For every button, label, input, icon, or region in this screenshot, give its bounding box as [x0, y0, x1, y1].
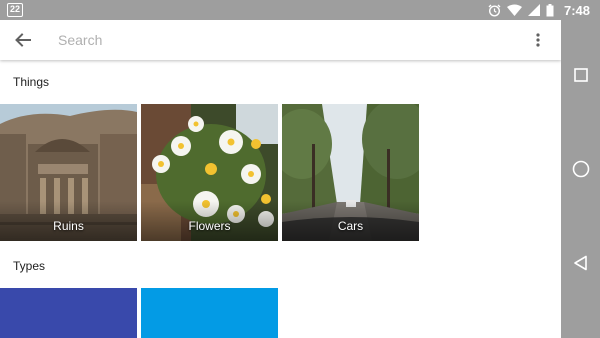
more-vert-icon	[536, 33, 540, 47]
type-tile[interactable]	[0, 288, 137, 338]
recents-button[interactable]	[570, 64, 592, 86]
status-bar: 22 7:48	[0, 0, 600, 20]
status-icons: 7:48	[488, 0, 590, 20]
tile-label: Flowers	[188, 219, 231, 233]
nav-back-button[interactable]	[570, 252, 592, 274]
clock: 7:48	[563, 2, 590, 18]
tile-label: Cars	[337, 219, 364, 233]
circle-icon	[572, 160, 590, 178]
alarm-icon	[488, 4, 501, 17]
section-title-things: Things	[13, 75, 50, 89]
arrow-back-icon	[15, 33, 31, 47]
tile-flowers[interactable]: Flowers	[141, 104, 278, 241]
android-screen: 22 7:48 Search Things Ruins Flowers Cars…	[0, 0, 600, 338]
triangle-back-icon	[574, 255, 587, 271]
tile-label: Ruins	[53, 219, 84, 233]
tile-cars[interactable]: Cars	[282, 104, 419, 241]
battery-icon	[546, 3, 554, 16]
search-input[interactable]	[58, 28, 498, 52]
app-content: Things Ruins	[0, 20, 561, 338]
navigation-bar	[561, 20, 600, 338]
signal-icon	[527, 4, 540, 16]
search-bar	[0, 20, 561, 60]
home-button[interactable]	[570, 158, 592, 180]
back-button[interactable]	[12, 29, 34, 51]
notification-badge: 22	[7, 3, 23, 17]
tile-ruins[interactable]: Ruins	[0, 104, 137, 241]
more-options-button[interactable]	[528, 29, 548, 51]
wifi-icon	[506, 4, 522, 16]
type-tile[interactable]	[141, 288, 278, 338]
square-icon	[574, 68, 588, 82]
section-title-types: Types	[13, 259, 46, 273]
